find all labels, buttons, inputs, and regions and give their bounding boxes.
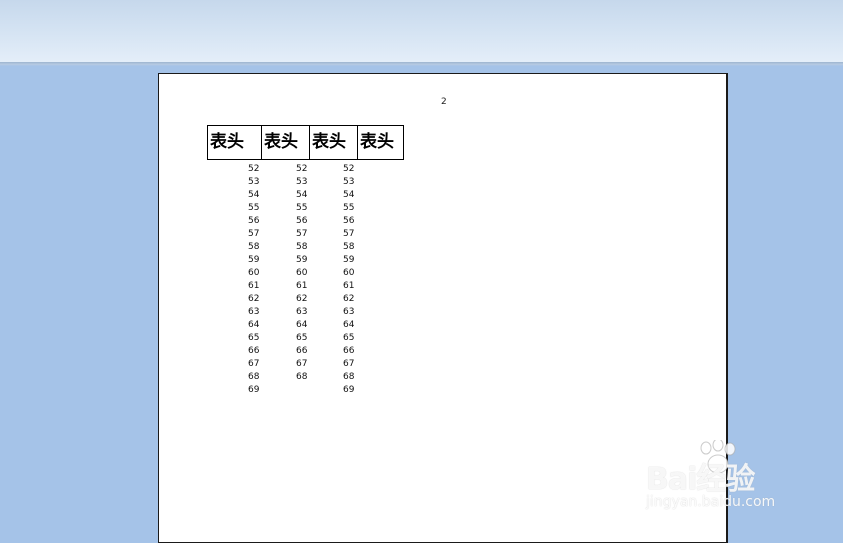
data-cell: 68 bbox=[248, 372, 260, 382]
data-cell: 57 bbox=[343, 229, 355, 239]
data-cell: 61 bbox=[248, 281, 260, 291]
data-cell: 54 bbox=[248, 190, 260, 200]
baidu-jingyan-watermark: Bai经验 jingyan.baidu.com bbox=[646, 440, 806, 520]
data-cell: 69 bbox=[248, 385, 260, 395]
data-cell: 58 bbox=[296, 242, 308, 252]
data-cell: 64 bbox=[296, 320, 308, 330]
data-cell: 53 bbox=[343, 177, 355, 187]
data-cell: 63 bbox=[248, 307, 260, 317]
page-number: 2 bbox=[441, 97, 447, 107]
data-cell: 55 bbox=[248, 203, 260, 213]
data-cell: 66 bbox=[248, 346, 260, 356]
data-cell: 62 bbox=[248, 294, 260, 304]
data-cell: 67 bbox=[296, 359, 308, 369]
watermark-url: jingyan.baidu.com bbox=[646, 494, 776, 510]
data-cell: 60 bbox=[248, 268, 260, 278]
data-cell: 63 bbox=[296, 307, 308, 317]
data-cell: 65 bbox=[296, 333, 308, 343]
data-cell: 57 bbox=[248, 229, 260, 239]
data-cell: 67 bbox=[343, 359, 355, 369]
data-cell: 54 bbox=[343, 190, 355, 200]
data-cell: 58 bbox=[343, 242, 355, 252]
data-cell: 61 bbox=[296, 281, 308, 291]
data-cell: 52 bbox=[296, 164, 308, 174]
data-cell: 65 bbox=[248, 333, 260, 343]
data-cell: 59 bbox=[296, 255, 308, 265]
data-cell: 60 bbox=[296, 268, 308, 278]
data-cell: 61 bbox=[343, 281, 355, 291]
data-cell: 69 bbox=[343, 385, 355, 395]
data-cell: 68 bbox=[343, 372, 355, 382]
data-cell: 66 bbox=[343, 346, 355, 356]
data-cell: 62 bbox=[296, 294, 308, 304]
data-column-2: 52 53 54 55 56 57 58 59 60 61 62 63 64 65 66 67 68 bbox=[296, 163, 307, 384]
data-cell: 65 bbox=[343, 333, 355, 343]
data-cell: 57 bbox=[296, 229, 308, 239]
ribbon-toolbar bbox=[0, 0, 843, 62]
data-cell: 62 bbox=[343, 294, 355, 304]
header-cell: 表头 bbox=[210, 132, 244, 152]
data-cell: 55 bbox=[343, 203, 355, 213]
data-cell: 56 bbox=[248, 216, 260, 226]
data-cell: 52 bbox=[343, 164, 355, 174]
header-cell: 表头 bbox=[309, 126, 357, 159]
data-cell: 64 bbox=[248, 320, 260, 330]
data-cell: 56 bbox=[296, 216, 308, 226]
header-cell: 表头 bbox=[357, 126, 403, 159]
data-cell: 59 bbox=[343, 255, 355, 265]
header-cell: 表头 bbox=[261, 126, 309, 159]
data-cell: 60 bbox=[343, 268, 355, 278]
data-cell: 67 bbox=[248, 359, 260, 369]
data-column-3: 52 53 54 55 56 57 58 59 60 61 62 63 64 65 66 67 68 69 bbox=[343, 163, 354, 397]
data-cell: 54 bbox=[296, 190, 308, 200]
data-cell: 52 bbox=[248, 164, 260, 174]
data-cell: 58 bbox=[248, 242, 260, 252]
watermark-brand: Bai经验 bbox=[646, 462, 755, 497]
data-cell: 63 bbox=[343, 307, 355, 317]
table-header-row: 表头 表头 表头 表头 bbox=[207, 125, 404, 160]
data-cell: 66 bbox=[296, 346, 308, 356]
data-cell: 53 bbox=[248, 177, 260, 187]
preview-page: 2 表头 表头 表头 表头 52 53 54 55 56 57 58 59 60 61 62 63 64… bbox=[158, 73, 728, 543]
data-cell: 55 bbox=[296, 203, 308, 213]
data-column-1: 52 53 54 55 56 57 58 59 60 61 62 63 64 65 66 67 68 69 bbox=[248, 163, 259, 397]
data-cell: 59 bbox=[248, 255, 260, 265]
data-cell: 64 bbox=[343, 320, 355, 330]
data-cell: 68 bbox=[296, 372, 308, 382]
data-cell: 56 bbox=[343, 216, 355, 226]
data-cell: 53 bbox=[296, 177, 308, 187]
